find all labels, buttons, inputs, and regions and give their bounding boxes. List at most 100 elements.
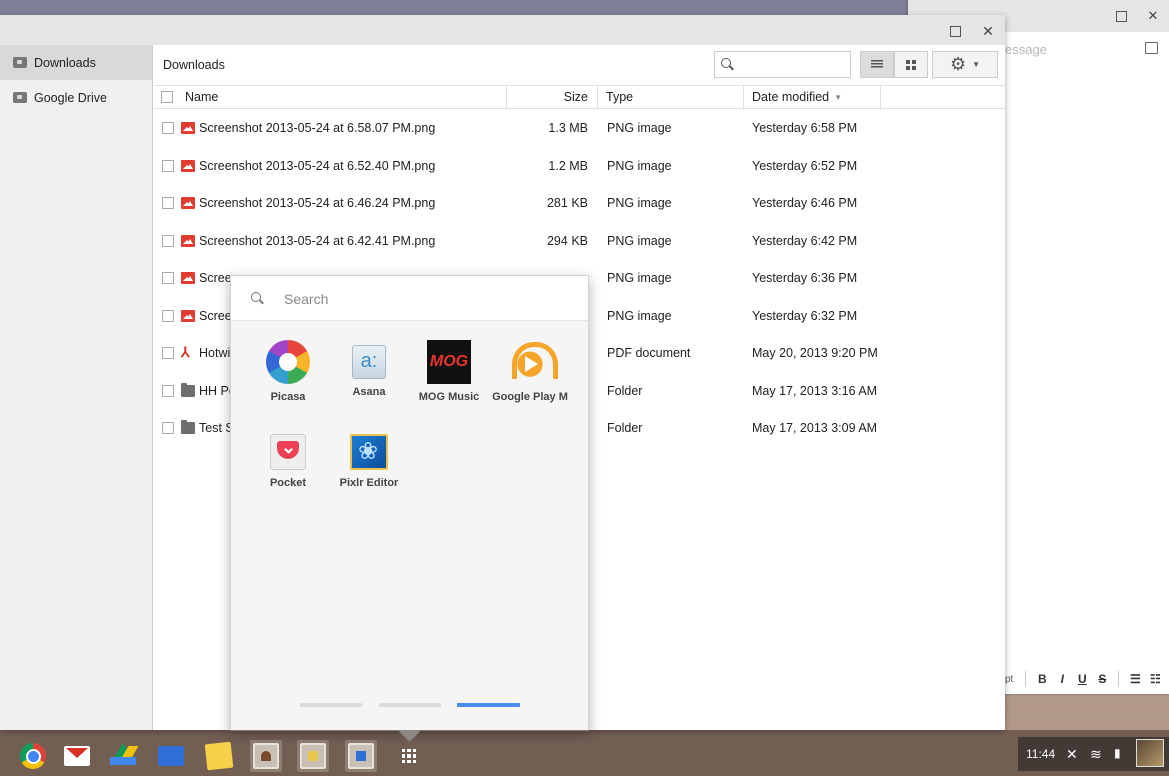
- strikethrough-button[interactable]: S: [1092, 672, 1112, 686]
- row-checkbox[interactable]: [162, 422, 174, 434]
- google-play-music-icon: [508, 340, 558, 384]
- row-checkbox[interactable]: [162, 309, 174, 322]
- row-checkbox[interactable]: [162, 159, 174, 172]
- window-thumb-icon[interactable]: [253, 743, 279, 769]
- breadcrumb[interactable]: Downloads: [163, 58, 225, 72]
- bold-button[interactable]: B: [1032, 672, 1052, 686]
- numbered-list-icon[interactable]: ☷: [1145, 672, 1165, 686]
- file-date: May 17, 2013 3:16 AM: [752, 383, 878, 398]
- app-asana[interactable]: a: Asana: [329, 340, 409, 398]
- launcher-search[interactable]: [231, 276, 588, 321]
- sidebar-item-google-drive[interactable]: Google Drive: [0, 80, 152, 115]
- column-size-label: Size: [563, 90, 588, 104]
- app-label: Picasa: [270, 391, 306, 403]
- underline-button[interactable]: U: [1072, 672, 1092, 686]
- launcher-search-input[interactable]: [284, 288, 564, 310]
- file-name: Screenshot 2013-05-24 at 6.46.24 PM.png: [199, 196, 436, 210]
- sidebar-item-label: Downloads: [34, 55, 96, 70]
- file-type: PNG image: [607, 196, 672, 210]
- maximize-button[interactable]: [1111, 6, 1131, 26]
- bulleted-list-icon[interactable]: ☰: [1125, 672, 1145, 686]
- maximize-icon: [949, 25, 961, 37]
- sidebar-item-downloads[interactable]: Downloads: [0, 45, 152, 80]
- wifi-icon: ≋: [1090, 746, 1102, 762]
- close-button[interactable]: ✕: [977, 20, 999, 42]
- row-checkbox[interactable]: [162, 122, 174, 134]
- column-size[interactable]: Size: [507, 86, 598, 108]
- asana-icon: a:: [352, 345, 386, 379]
- select-all-checkbox[interactable]: [161, 91, 173, 103]
- app-launcher: Picasa a: Asana MOG MOG Music Google Pla…: [230, 275, 589, 731]
- table-row[interactable]: Screenshot 2013-05-24 at 6.46.24 PM.png 2…: [154, 184, 1005, 222]
- file-date: May 20, 2013 9:20 PM: [752, 346, 878, 360]
- notes-icon[interactable]: [204, 741, 234, 771]
- app-google-play-music[interactable]: Google Play M: [490, 340, 570, 403]
- download-folder-icon: [13, 57, 27, 68]
- app-picasa[interactable]: Picasa: [248, 340, 328, 403]
- file-name: Scree: [199, 271, 232, 285]
- file-size: 281 KB: [546, 196, 588, 210]
- image-file-icon: [181, 159, 195, 172]
- page-indicator-2[interactable]: [379, 703, 441, 707]
- files-window-icon[interactable]: [348, 743, 374, 769]
- maximize-button[interactable]: [944, 20, 966, 42]
- file-size: 294 KB: [546, 233, 588, 248]
- folder-icon: [181, 420, 195, 434]
- close-button[interactable]: ✕: [1143, 6, 1163, 26]
- list-view-button[interactable]: [860, 51, 894, 78]
- window-thumb-icon[interactable]: [300, 743, 326, 769]
- file-name: Screenshot 2013-05-24 at 6.58.07 PM.png: [199, 121, 436, 135]
- file-type: Folder: [607, 421, 643, 435]
- app-label: Pixlr Editor: [339, 477, 399, 489]
- table-row[interactable]: Screenshot 2013-05-24 at 6.58.07 PM.png 1…: [154, 109, 1005, 147]
- grid-view-button[interactable]: [894, 51, 928, 78]
- app-pocket[interactable]: Pocket: [248, 430, 328, 489]
- app-pixlr-editor[interactable]: Pixlr Editor: [329, 430, 409, 489]
- file-type: PNG image: [607, 271, 672, 285]
- search-input[interactable]: [737, 55, 847, 74]
- italic-button[interactable]: I: [1052, 672, 1072, 686]
- row-checkbox[interactable]: [162, 234, 174, 247]
- column-date-label: Date modified: [752, 90, 830, 104]
- column-type[interactable]: Type: [598, 86, 744, 108]
- mog-icon: MOG: [427, 340, 471, 384]
- files-icon[interactable]: [158, 746, 184, 766]
- row-checkbox[interactable]: [162, 197, 174, 209]
- column-date-modified[interactable]: Date modified ▼: [744, 86, 881, 108]
- image-file-icon: [181, 272, 195, 284]
- page-indicator-1[interactable]: [300, 703, 362, 707]
- window-titlebar[interactable]: ✕: [0, 15, 1005, 45]
- file-size: 1.3 MB: [548, 121, 588, 135]
- picasa-icon: [266, 340, 310, 384]
- message-placeholder[interactable]: essage: [1005, 42, 1047, 57]
- search-box[interactable]: [714, 51, 851, 78]
- google-drive-icon[interactable]: [110, 743, 136, 765]
- toolbar: Downloads ⚙ ▼: [154, 45, 1005, 85]
- app-launcher-button[interactable]: [396, 743, 422, 769]
- page-indicator-3[interactable]: [457, 703, 520, 707]
- insert-image-icon[interactable]: [1145, 42, 1158, 54]
- volume-muted-icon: ✕: [1066, 746, 1078, 762]
- file-date: Yesterday 6:58 PM: [752, 121, 858, 135]
- row-checkbox[interactable]: [162, 384, 174, 397]
- app-mog-music[interactable]: MOG MOG Music: [409, 340, 489, 403]
- chrome-icon[interactable]: [20, 743, 46, 769]
- column-name[interactable]: Name: [180, 86, 507, 108]
- gmail-icon[interactable]: [64, 746, 90, 766]
- font-size-select[interactable]: pt: [1005, 674, 1013, 685]
- row-checkbox[interactable]: [162, 272, 174, 284]
- status-tray[interactable]: 11:44 ✕ ≋ ▮: [1018, 737, 1169, 771]
- pdf-file-icon: ⅄: [181, 344, 190, 360]
- file-type: PDF document: [607, 346, 691, 360]
- search-icon: [721, 58, 731, 68]
- settings-menu-button[interactable]: ⚙ ▼: [932, 51, 998, 78]
- app-label: Asana: [352, 386, 386, 398]
- file-size: 1.2 MB: [548, 158, 588, 173]
- table-row[interactable]: Screenshot 2013-05-24 at 6.42.41 PM.png 2…: [154, 222, 1005, 260]
- image-file-icon: [181, 197, 195, 209]
- image-file-icon: [181, 309, 195, 322]
- row-checkbox[interactable]: [162, 347, 174, 359]
- table-row[interactable]: Screenshot 2013-05-24 at 6.52.40 PM.png 1…: [154, 147, 1005, 185]
- app-launcher-icon: [401, 748, 417, 764]
- file-type: Folder: [607, 383, 643, 398]
